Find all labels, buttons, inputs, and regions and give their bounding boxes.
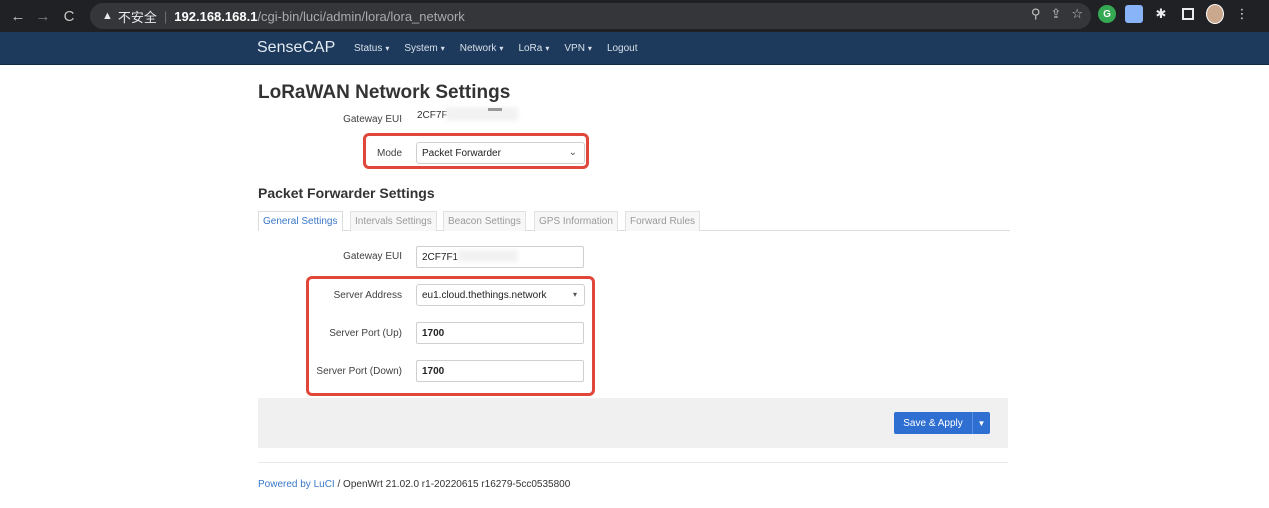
url-path: /cgi-bin/luci/admin/lora/lora_network <box>257 8 465 24</box>
back-arrow-icon[interactable]: ← <box>7 5 29 27</box>
warning-icon: ▲ <box>102 10 113 22</box>
menu-logout[interactable]: Logout <box>607 43 638 54</box>
grammarly-icon[interactable]: G <box>1098 5 1116 23</box>
extension-icons: G ✱ ⋮ <box>1098 4 1251 24</box>
menu-status[interactable]: Status ▾ <box>354 43 389 54</box>
tab-forward-rules[interactable]: Forward Rules <box>625 211 701 231</box>
save-apply-button[interactable]: Save & Apply <box>894 412 972 434</box>
reload-icon[interactable]: C <box>58 5 80 27</box>
extension-icon[interactable] <box>1125 5 1143 23</box>
tab-general-settings[interactable]: General Settings <box>258 211 343 231</box>
address-bar[interactable]: ▲ 不安全 | 192.168.168.1 /cgi-bin/luci/admi… <box>90 3 1091 29</box>
brand-logo[interactable]: SenseCAP <box>257 39 335 57</box>
forward-arrow-icon[interactable]: → <box>32 5 54 27</box>
version-text: / OpenWrt 21.02.0 r1-20220615 r16279-5cc… <box>334 479 571 490</box>
menu-network[interactable]: Network ▾ <box>460 43 504 54</box>
menu-lora[interactable]: LoRa ▾ <box>518 43 549 54</box>
url-separator: | <box>163 8 168 24</box>
main-menu: Status ▾ System ▾ Network ▾ LoRa ▾ VPN ▾ Logo… <box>354 43 638 54</box>
gateway-eui-value: 2CF7F <box>417 110 448 121</box>
caret-down-icon: ▼ <box>977 418 986 428</box>
puzzle-icon[interactable]: ✱ <box>1152 5 1170 23</box>
pf-gateway-eui-value: 2CF7F1 <box>422 251 459 263</box>
profile-avatar[interactable] <box>1206 4 1224 24</box>
caret-down-icon: ▾ <box>440 44 445 53</box>
kebab-menu-icon[interactable]: ⋮ <box>1233 5 1251 23</box>
mode-highlight-box <box>363 133 589 169</box>
gateway-eui-label: Gateway EUI <box>343 114 402 125</box>
pf-gateway-eui-label: Gateway EUI <box>343 251 402 262</box>
caret-down-icon: ▾ <box>587 44 592 53</box>
url-host: 192.168.168.1 <box>174 8 258 24</box>
caret-down-icon: ▾ <box>385 44 390 53</box>
settings-tabs: General Settings Intervals Settings Beac… <box>258 211 1010 231</box>
caret-down-icon: ▾ <box>545 44 550 53</box>
share-icon[interactable]: ⇪ <box>1050 6 1061 22</box>
tab-beacon-settings[interactable]: Beacon Settings <box>443 211 526 231</box>
page-title: LoRaWAN Network Settings <box>258 82 511 103</box>
tab-gps-information[interactable]: GPS Information <box>534 211 618 231</box>
section-title: Packet Forwarder Settings <box>258 185 435 201</box>
redacted-mask <box>446 107 518 121</box>
footer-divider <box>258 462 1008 463</box>
redacted-mask <box>458 250 518 262</box>
sidepanel-icon[interactable] <box>1179 5 1197 23</box>
menu-vpn[interactable]: VPN ▾ <box>564 43 592 54</box>
luci-link[interactable]: Powered by LuCI <box>258 479 335 490</box>
redacted-bar <box>488 108 502 111</box>
browser-toolbar: ← → C ▲ 不安全 | 192.168.168.1 /cgi-bin/luc… <box>0 0 1269 32</box>
save-apply-dropdown[interactable]: ▼ <box>972 412 990 434</box>
top-navbar: SenseCAP Status ▾ System ▾ Network ▾ LoRa ▾ … <box>0 32 1269 65</box>
tab-intervals-settings[interactable]: Intervals Settings <box>350 211 437 231</box>
caret-down-icon: ▾ <box>499 44 504 53</box>
server-highlight-box <box>306 276 595 396</box>
zoom-icon[interactable]: ⚲ <box>1031 6 1041 22</box>
insecure-label: 不安全 <box>117 9 157 25</box>
omnibox-actions: ⚲ ⇪ ☆ <box>1031 6 1083 22</box>
bookmark-star-icon[interactable]: ☆ <box>1071 6 1083 22</box>
footer: Powered by LuCI / OpenWrt 21.02.0 r1-202… <box>258 479 570 490</box>
menu-system[interactable]: System ▾ <box>404 43 444 54</box>
